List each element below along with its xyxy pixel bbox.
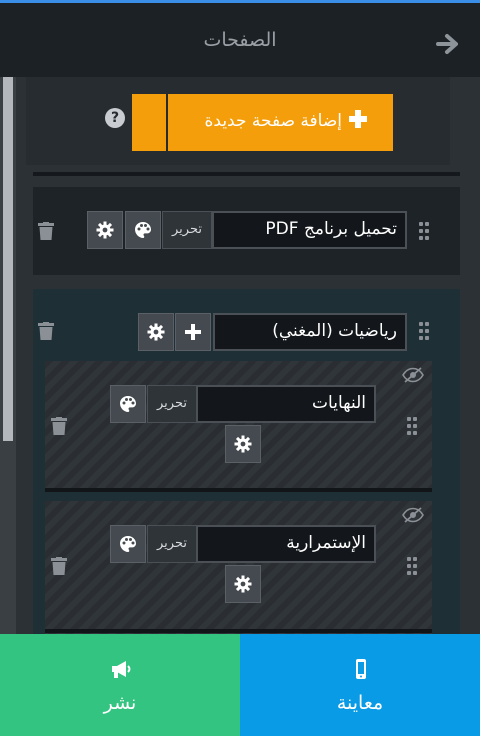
settings-button[interactable] [87, 211, 123, 249]
edit-button[interactable]: تحرير [147, 385, 197, 423]
palette-button[interactable] [110, 525, 146, 563]
palette-icon [120, 396, 136, 412]
palette-button[interactable] [110, 385, 146, 423]
add-subpage-button[interactable] [175, 313, 211, 351]
eye-slash-icon[interactable] [402, 507, 424, 523]
gear-icon [234, 435, 252, 453]
edit-button[interactable]: تحرير [147, 525, 197, 563]
palette-button[interactable] [125, 211, 161, 249]
plus-icon [349, 110, 367, 128]
help-icon[interactable]: ? [105, 108, 125, 128]
drag-handle-icon[interactable] [419, 222, 431, 240]
section-name-field[interactable]: رياضيات (المغني) [213, 313, 407, 351]
gear-icon [234, 575, 252, 593]
arrow-right-icon[interactable] [436, 31, 460, 57]
page-name-field[interactable]: تحميل برنامج PDF [212, 211, 407, 249]
trash-icon[interactable] [51, 417, 67, 435]
pages-list: إضافة صفحة جديدة ? تحميل برنامج PDF تحري… [16, 77, 480, 634]
settings-button[interactable] [138, 313, 174, 351]
trash-icon[interactable] [38, 222, 54, 240]
drag-handle-icon[interactable] [419, 322, 431, 340]
drag-handle-icon[interactable] [407, 557, 419, 575]
add-page-panel: إضافة صفحة جديدة ? [26, 77, 450, 165]
settings-button[interactable] [225, 425, 261, 463]
header: الصفحات [0, 3, 480, 77]
publish-label: نشر [103, 692, 137, 714]
mobile-icon [356, 659, 366, 679]
publish-button[interactable]: نشر [0, 634, 240, 736]
edit-button[interactable]: تحرير [162, 211, 212, 249]
page-title: الصفحات [203, 29, 277, 51]
add-page-label: إضافة صفحة جديدة [204, 111, 342, 131]
subpage-card: النهايات تحرير [45, 361, 432, 491]
trash-icon[interactable] [51, 557, 67, 575]
drag-handle-icon[interactable] [407, 417, 419, 435]
preview-label: معاينة [336, 692, 384, 714]
gear-icon [96, 221, 114, 239]
trash-icon[interactable] [38, 322, 54, 340]
divider-bar [45, 629, 432, 633]
plus-icon [185, 324, 201, 340]
page-card: تحميل برنامج PDF تحرير [33, 187, 460, 275]
settings-button[interactable] [225, 565, 261, 603]
gear-icon [147, 323, 165, 341]
palette-icon [120, 536, 136, 552]
subpage-name-field[interactable]: النهايات [196, 385, 376, 423]
eye-slash-icon[interactable] [402, 367, 424, 383]
button-divider [166, 94, 168, 151]
section-card: رياضيات (المغني) النهايات تحرير الإستمرا… [33, 289, 460, 634]
add-page-button[interactable]: إضافة صفحة جديدة [132, 94, 393, 151]
scrollbar-thumb[interactable] [3, 77, 13, 441]
subpage-card: الإستمرارية تحرير [45, 501, 432, 634]
palette-icon [135, 222, 151, 238]
divider-bar [45, 488, 432, 492]
divider-bar [33, 172, 460, 176]
subpage-name-field[interactable]: الإستمرارية [196, 525, 376, 563]
preview-button[interactable]: معاينة [240, 634, 480, 736]
megaphone-icon [112, 661, 131, 678]
